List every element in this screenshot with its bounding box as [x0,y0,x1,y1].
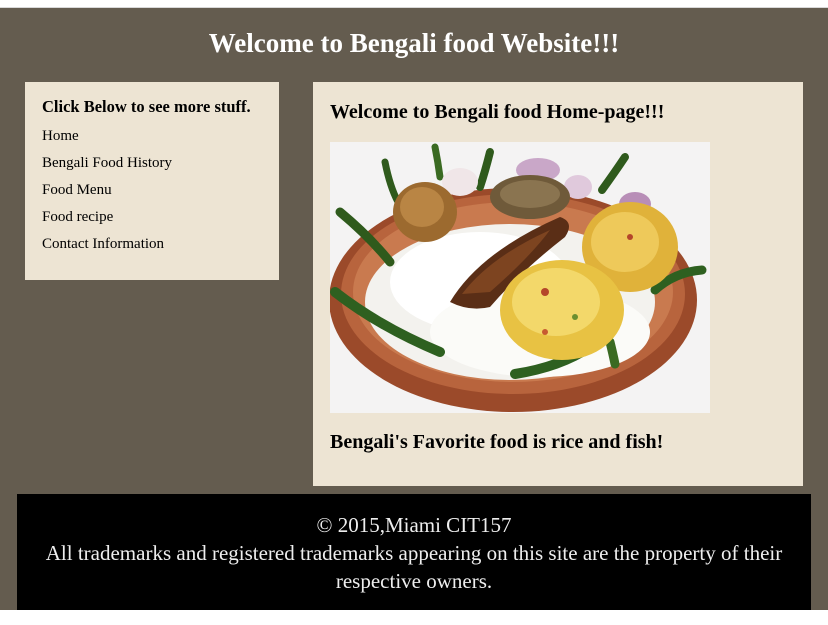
top-edge [0,0,828,8]
nav-link-bengali-food-history[interactable]: Bengali Food History [42,150,262,177]
site-title: Welcome to Bengali food Website!!! [208,28,620,58]
main-caption: Bengali's Favorite food is rice and fish… [330,431,664,453]
page-body: Welcome to Bengali food Website!!! Click… [0,8,828,611]
footer: © 2015,Miami CIT157 All trademarks and r… [17,494,811,611]
nav-link-home[interactable]: Home [42,123,262,150]
main-content: Welcome to Bengali food Home-page!!! Ben… [313,82,803,486]
sidebar-heading: Click Below to see more stuff. [42,97,251,116]
nav-link-contact-information[interactable]: Contact Information [42,231,262,258]
bottom-edge [0,610,828,625]
main-heading: Welcome to Bengali food Home-page!!! [330,101,665,123]
footer-notice: All trademarks and registered trademarks… [45,541,783,593]
sidebar-nav: Home Bengali Food History Food Menu Food… [42,123,262,258]
food-image [330,142,710,413]
sidebar: Click Below to see more stuff. Home Beng… [25,82,279,280]
nav-link-food-menu[interactable]: Food Menu [42,177,262,204]
nav-link-food-recipe[interactable]: Food recipe [42,204,262,231]
footer-copyright: © 2015,Miami CIT157 [316,513,512,537]
food-illustration [330,142,710,413]
